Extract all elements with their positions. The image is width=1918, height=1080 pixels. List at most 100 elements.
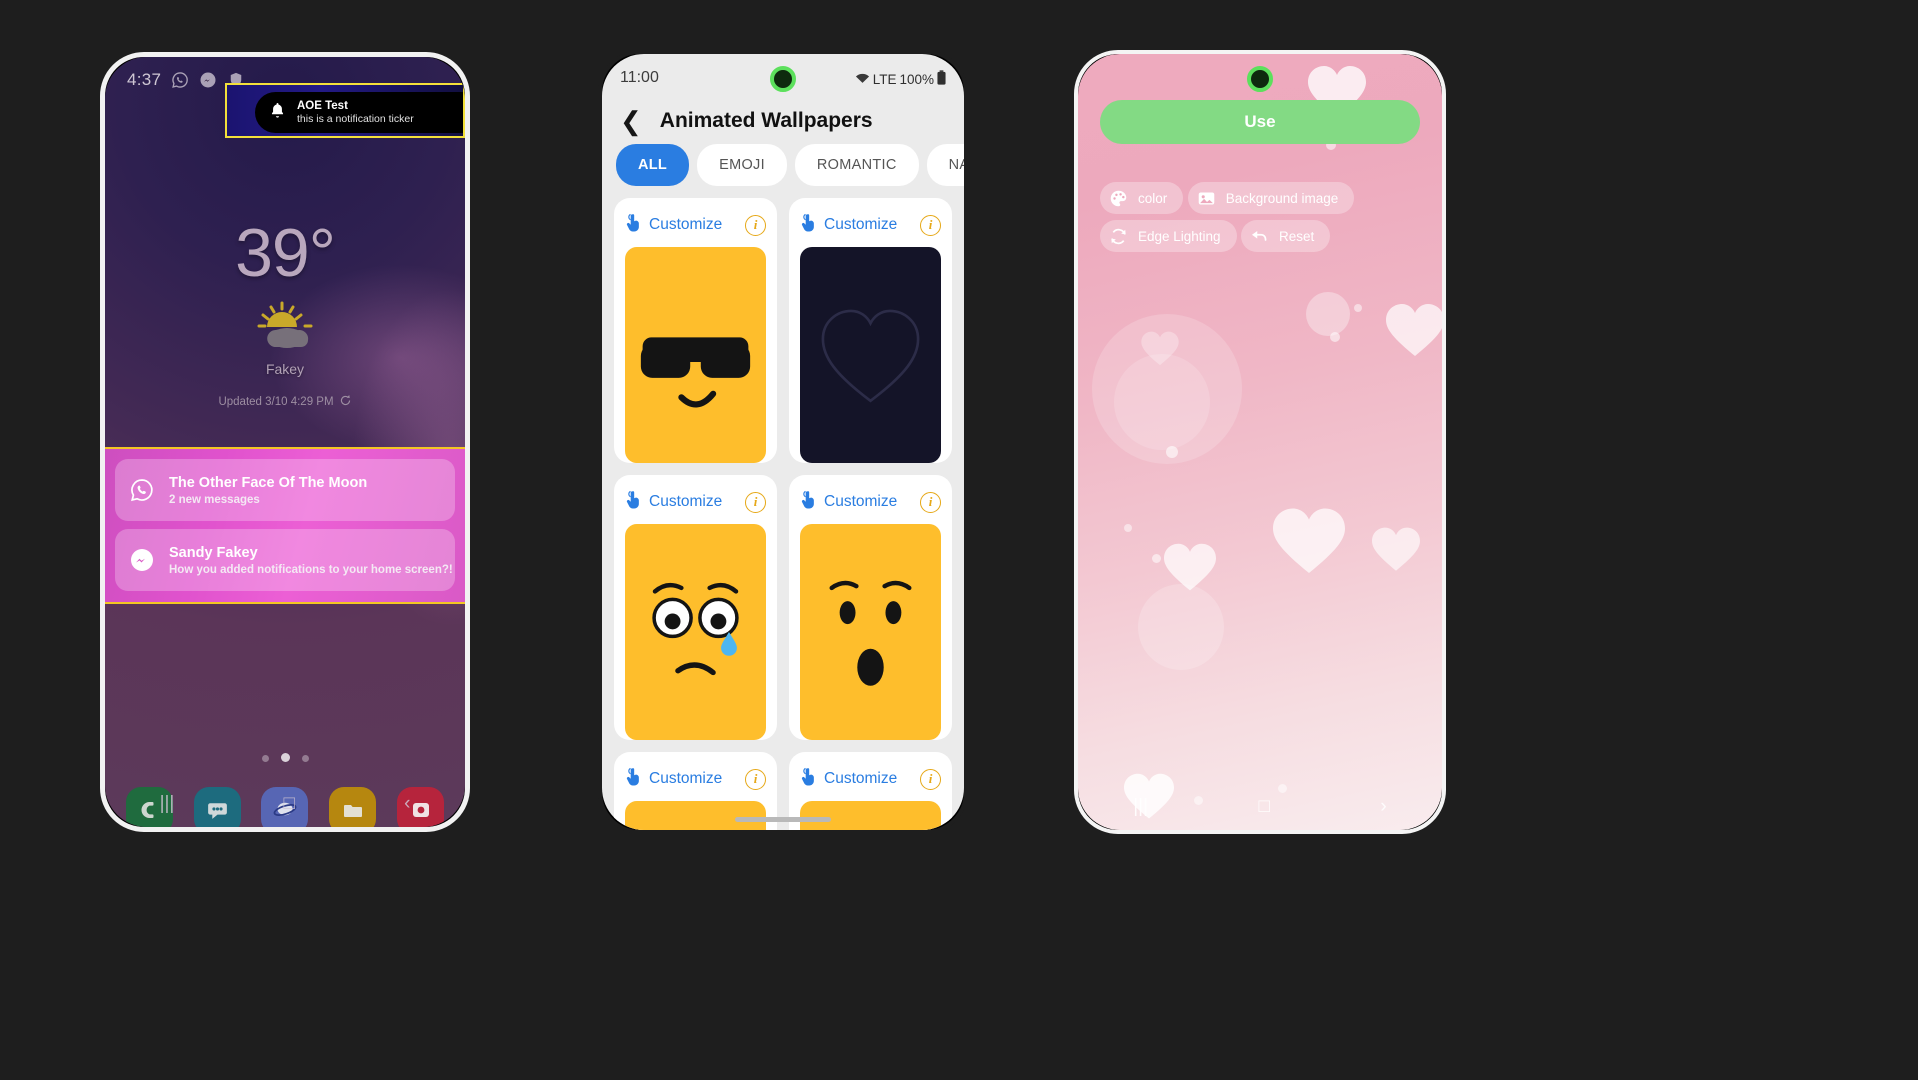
screenshot-stage: 4:37 AOE Test this is a notification tic…	[0, 0, 1918, 1080]
refresh-icon[interactable]	[339, 394, 352, 410]
battery-full-icon	[937, 70, 946, 88]
weather-temperature: 39°	[235, 215, 336, 291]
weather-updated-row: Updated 3/10 4:29 PM	[105, 394, 465, 410]
wallpaper-thumbnail[interactable]	[800, 524, 941, 740]
recents-icon[interactable]: |||	[1133, 796, 1148, 818]
forward-icon[interactable]: ›	[1380, 796, 1386, 818]
info-icon[interactable]: i	[745, 214, 766, 236]
status-time: 11:00	[620, 69, 659, 86]
wallpaper-card[interactable]: Customize i	[614, 198, 777, 463]
option-color[interactable]: color	[1100, 182, 1184, 214]
palette-icon	[1108, 188, 1129, 209]
page-dot[interactable]	[301, 755, 309, 762]
option-label: color	[1138, 190, 1168, 206]
wallpaper-card[interactable]: Customize i	[789, 198, 952, 463]
wallpaper-thumbnail[interactable]	[625, 524, 766, 740]
phone-2-wallpaper-picker: 11:00 LTE 100% ❮ Animated Wallpapers ALL…	[598, 50, 968, 834]
notification-text-block: Sandy Fakey How you added notifications …	[169, 545, 453, 576]
heart-shape	[1164, 543, 1216, 591]
customize-label: Customize	[824, 770, 898, 787]
wallpaper-thumbnail[interactable]	[625, 247, 766, 463]
phone-3-navigation-bar: ||| □ ›	[1078, 784, 1442, 830]
info-icon[interactable]: i	[920, 214, 941, 236]
ticker-subtitle: this is a notification ticker	[297, 113, 414, 126]
customize-button[interactable]: Customize	[625, 213, 722, 237]
customize-label: Customize	[824, 216, 898, 233]
tab-all[interactable]: ALL	[616, 144, 690, 186]
status-clock: 4:37	[127, 70, 162, 89]
wallpaper-thumbnail[interactable]	[800, 247, 941, 463]
wallpaper-thumbnail[interactable]	[800, 801, 941, 830]
heart-shape	[1141, 331, 1179, 366]
editor-options-menu: color Background image Edge Lighting Res…	[1100, 182, 1442, 258]
back-icon[interactable]: ‹	[404, 793, 410, 815]
notification-subtitle: 2 new messages	[169, 493, 260, 506]
phone-2-status-bar: 11:00 LTE 100%	[602, 54, 964, 102]
weather-city: Fakey	[265, 361, 305, 377]
weather-updated-text: Updated 3/10 4:29 PM	[218, 396, 334, 408]
touch-pointer-icon	[800, 767, 817, 791]
customize-button[interactable]: Customize	[625, 767, 722, 791]
option-label: Edge Lighting	[1138, 228, 1221, 244]
heart-shape	[1273, 508, 1345, 574]
phone-2-screen: 11:00 LTE 100% ❮ Animated Wallpapers ALL…	[602, 54, 964, 830]
customize-button[interactable]: Customize	[800, 767, 897, 791]
use-button[interactable]: Use	[1100, 100, 1420, 144]
customize-label: Customize	[824, 493, 898, 510]
page-dot-active[interactable]	[280, 753, 290, 762]
info-icon[interactable]: i	[920, 768, 941, 790]
pink-hearts-wallpaper	[1078, 54, 1442, 830]
tab-romantic[interactable]: ROMANTIC	[794, 144, 919, 186]
undo-icon	[1249, 226, 1270, 247]
messenger-icon	[199, 71, 217, 89]
info-icon[interactable]: i	[745, 491, 766, 513]
customize-button[interactable]: Customize	[625, 490, 722, 514]
notification-title: The Other Face Of The Moon	[169, 474, 368, 491]
notification-item[interactable]: Sandy Fakey How you added notifications …	[115, 529, 455, 591]
customize-button[interactable]: Customize	[800, 490, 897, 514]
heart-shape	[1386, 304, 1442, 356]
home-icon[interactable]: □	[1258, 796, 1269, 818]
wallpaper-card[interactable]: Customize i	[614, 475, 777, 740]
info-icon[interactable]: i	[745, 768, 766, 790]
status-indicators: LTE 100%	[855, 70, 946, 88]
camera-punch-hole	[1247, 66, 1273, 92]
notification-text-block: The Other Face Of The Moon 2 new message…	[169, 475, 367, 506]
customize-button[interactable]: Customize	[800, 213, 897, 237]
notification-item[interactable]: The Other Face Of The Moon 2 new message…	[115, 459, 455, 521]
wifi-icon	[855, 72, 870, 87]
ticker-pill[interactable]: AOE Test this is a notification ticker	[255, 92, 463, 133]
notification-panel: The Other Face Of The Moon 2 new message…	[105, 447, 465, 604]
tab-emoji[interactable]: EMOJI	[697, 144, 787, 186]
info-icon[interactable]: i	[920, 491, 941, 513]
ticker-text-block: AOE Test this is a notification ticker	[297, 100, 414, 125]
weather-widget[interactable]: 39° Fakey Updated 3/10 4:29 PM	[105, 219, 465, 410]
recents-icon[interactable]: |||	[160, 793, 175, 815]
option-reset[interactable]: Reset	[1241, 220, 1331, 252]
option-edge-lighting[interactable]: Edge Lighting	[1100, 220, 1237, 252]
option-background-image[interactable]: Background image	[1187, 182, 1355, 214]
home-indicator[interactable]	[735, 817, 831, 822]
phone-1-lockscreen: 4:37 AOE Test this is a notification tic…	[100, 52, 470, 832]
card-header: Customize i	[625, 763, 766, 795]
camera-punch-hole	[770, 66, 796, 92]
whatsapp-icon	[171, 71, 189, 89]
aoe-notification-ticker[interactable]: AOE Test this is a notification ticker	[225, 83, 465, 138]
messenger-icon	[129, 547, 155, 573]
image-icon	[1196, 188, 1217, 209]
back-chevron-icon[interactable]: ❮	[620, 108, 642, 134]
page-dot[interactable]	[261, 755, 269, 762]
ticker-title: AOE Test	[297, 99, 348, 112]
phone-3-screen: Use color Background image Edge Lighting…	[1078, 54, 1442, 830]
wallpaper-thumbnail[interactable]	[625, 801, 766, 830]
customize-label: Customize	[649, 216, 723, 233]
option-label: Reset	[1279, 228, 1315, 244]
tab-nature[interactable]: NATURE	[926, 144, 964, 186]
category-tabs: ALL EMOJI ROMANTIC NATURE CARTOON	[602, 144, 964, 198]
battery-percent-label: 100%	[899, 71, 934, 87]
wallpaper-card[interactable]: Customize i	[789, 475, 952, 740]
page-header: ❮ Animated Wallpapers	[602, 102, 964, 144]
home-icon[interactable]: □	[284, 793, 295, 815]
card-header: Customize i	[800, 763, 941, 795]
notification-subtitle: How you added notifications to your home…	[169, 563, 453, 576]
